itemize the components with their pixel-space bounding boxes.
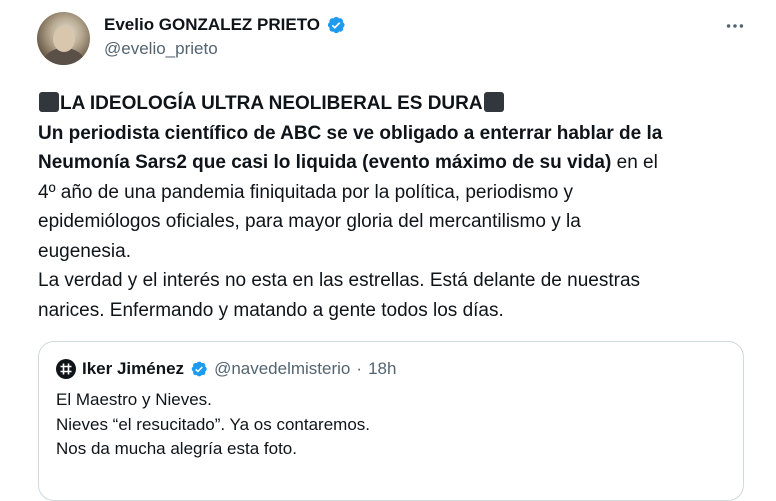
- quoted-author-handle: @navedelmisterio: [214, 359, 351, 378]
- tweet-bold-text: Un periodista científico de ABC se ve ob…: [38, 122, 663, 144]
- quoted-author-avatar: [56, 359, 76, 379]
- quoted-tweet-text: El Maestro y Nieves. Nieves “el resucita…: [56, 388, 370, 462]
- separator-dot: ·: [356, 359, 363, 378]
- tweet-line: narices. Enfermando y matando a gente to…: [38, 299, 504, 321]
- quoted-timestamp: 18h: [368, 359, 397, 378]
- quoted-line: Nieves “el resucitado”. Ya os contaremos…: [56, 414, 371, 434]
- author-handle[interactable]: @evelio_prieto: [104, 39, 218, 59]
- tweet-line: epidemiólogos oficiales, para mayor glor…: [38, 211, 581, 232]
- avatar-face: [53, 26, 75, 52]
- tweet-text-segment: en el: [611, 152, 658, 173]
- tweet-line: Neumonía Sars2 que casi lo liquida (even…: [38, 148, 748, 178]
- tweet-line: La verdad y el interés no esta en las es…: [38, 270, 641, 291]
- quoted-author-name: Iker Jiménez: [82, 359, 185, 378]
- quoted-line: El Maestro y Nieves.: [56, 390, 212, 409]
- verified-badge-icon: [191, 361, 207, 377]
- author-avatar[interactable]: [37, 12, 90, 65]
- tweet-text: LA IDEOLOGÍA ULTRA NEOLIBERAL ES DURA Un…: [38, 89, 748, 325]
- tweet-headline: LA IDEOLOGÍA ULTRA NEOLIBERAL ES DURA: [60, 93, 483, 114]
- tweet-bold-text: Neumonía Sars2 que casi lo liquida (even…: [38, 152, 612, 173]
- grid-logo-icon: [60, 363, 72, 375]
- black-square-icon: [39, 92, 59, 112]
- quoted-tweet-card[interactable]: Iker Jiménez @navedelmisterio · 18h El M…: [38, 341, 744, 501]
- tweet-line: 4º año de una pandemia finiquitada por l…: [38, 181, 574, 203]
- author-display-name[interactable]: Evelio GONZALEZ PRIETO: [104, 15, 320, 35]
- more-options-icon: [726, 24, 744, 28]
- tweet-line: eugenesia.: [38, 240, 131, 262]
- tweet-line: Un periodista científico de ABC se ve ob…: [38, 119, 748, 149]
- more-options-button[interactable]: [722, 14, 748, 38]
- quoted-tweet-header: Iker Jiménez @navedelmisterio · 18h: [56, 358, 396, 380]
- tweet-headline-line: LA IDEOLOGÍA ULTRA NEOLIBERAL ES DURA: [38, 89, 748, 119]
- verified-badge-icon: [327, 16, 345, 34]
- black-square-icon: [483, 92, 504, 112]
- author-name-row: Evelio GONZALEZ PRIETO: [104, 12, 346, 38]
- quoted-line: Nos da mucha alegría esta foto.: [56, 439, 297, 458]
